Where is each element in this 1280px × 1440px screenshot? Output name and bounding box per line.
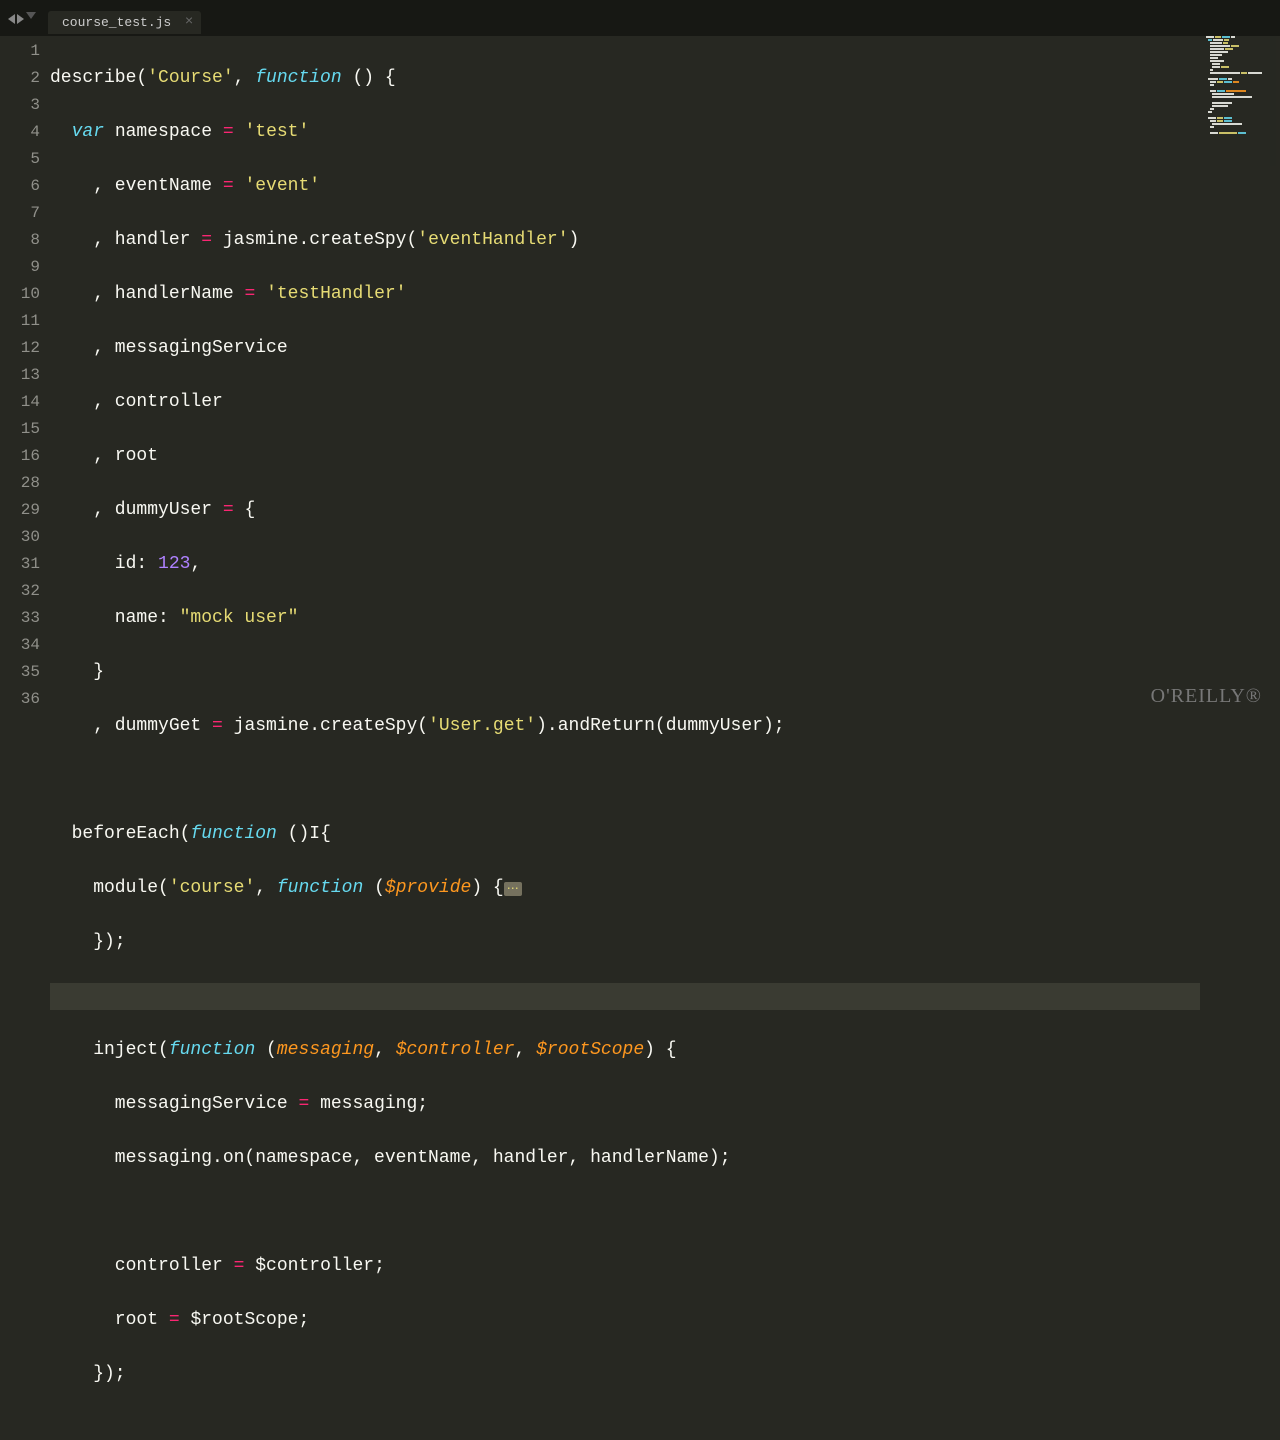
history-dropdown-icon[interactable] [26, 12, 36, 19]
code-line[interactable]: , eventName = 'event' [50, 173, 1280, 200]
forward-icon[interactable] [17, 14, 24, 24]
code-line[interactable] [50, 767, 1280, 794]
code-line[interactable]: messaging.on(namespace, eventName, handl… [50, 1145, 1280, 1172]
code-line[interactable]: }); [50, 929, 1280, 956]
code-line[interactable]: beforeEach(function ()I{ [50, 821, 1280, 848]
titlebar [0, 0, 1280, 8]
code-line[interactable]: , handler = jasmine.createSpy('eventHand… [50, 227, 1280, 254]
close-icon[interactable]: × [185, 14, 193, 30]
code-line[interactable]: controller = $controller; [50, 1253, 1280, 1280]
code-line[interactable]: , handlerName = 'testHandler' [50, 281, 1280, 308]
editor[interactable]: 1 2 3 4 5 6 7 8 9 10 11 12 13 14 15 16 2… [0, 36, 1280, 720]
code-line[interactable]: , messagingService [50, 335, 1280, 362]
code-line[interactable]: , dummyGet = jasmine.createSpy('User.get… [50, 713, 1280, 740]
oreilly-logo: O'REILLY® [1151, 685, 1262, 708]
tab-bar: course_test.js × [0, 8, 1280, 36]
code-line[interactable]: id: 123, [50, 551, 1280, 578]
fold-marker-icon[interactable]: ⋯ [504, 882, 522, 896]
minimap[interactable] [1206, 36, 1276, 166]
code-area[interactable]: describe('Course', function () { var nam… [50, 36, 1280, 720]
code-line[interactable]: }); [50, 1361, 1280, 1388]
code-line[interactable]: describe('Course', function () { [50, 65, 1280, 92]
code-line[interactable]: var namespace = 'test' [50, 119, 1280, 146]
code-line[interactable]: root = $rootScope; [50, 1307, 1280, 1334]
code-line[interactable]: name: "mock user" [50, 605, 1280, 632]
code-line[interactable]: inject(function (messaging, $controller,… [50, 1037, 1280, 1064]
back-icon[interactable] [8, 14, 15, 24]
code-line[interactable]: , dummyUser = { [50, 497, 1280, 524]
gutter: 1 2 3 4 5 6 7 8 9 10 11 12 13 14 15 16 2… [0, 36, 50, 720]
tab-label: course_test.js [62, 15, 171, 30]
code-line[interactable]: messagingService = messaging; [50, 1091, 1280, 1118]
nav-arrows [8, 14, 36, 24]
code-line[interactable]: , root [50, 443, 1280, 470]
tab-course-test[interactable]: course_test.js × [48, 11, 201, 34]
code-line[interactable] [50, 1199, 1280, 1226]
code-line-active[interactable] [50, 983, 1200, 1010]
code-line[interactable]: } [50, 659, 1280, 686]
code-line[interactable]: , controller [50, 389, 1280, 416]
code-line[interactable]: module('course', function ($provide) {⋯ [50, 875, 1280, 902]
